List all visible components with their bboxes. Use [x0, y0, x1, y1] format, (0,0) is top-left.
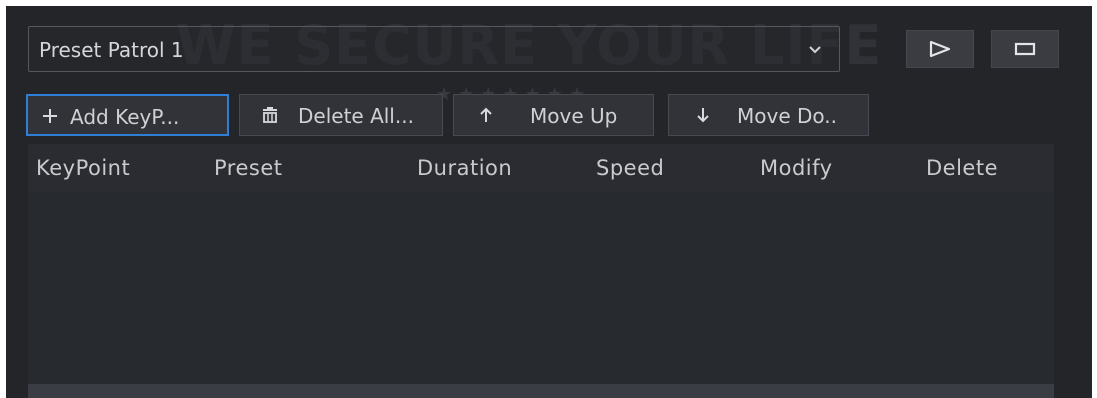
keypoint-table: KeyPoint Preset Duration Speed Modify De… [28, 144, 1054, 384]
move-up-button[interactable]: Move Up [453, 94, 654, 136]
arrow-down-icon [693, 105, 713, 125]
add-keypoint-button[interactable]: Add KeyP... [26, 94, 229, 136]
column-header-duration: Duration [417, 156, 513, 180]
patrol-select[interactable]: Preset Patrol 1 [28, 26, 840, 72]
chevron-down-icon[interactable] [805, 39, 825, 59]
column-header-speed: Speed [596, 156, 665, 180]
trash-icon [260, 105, 280, 125]
table-body [28, 192, 1054, 384]
move-up-label: Move Up [530, 104, 618, 128]
preset-patrol-panel: WE SECURE YOUR LIFE ★★★★★★★ Preset Patro… [6, 6, 1092, 398]
move-down-button[interactable]: Move Do.. [668, 94, 869, 136]
play-button[interactable] [906, 30, 974, 68]
column-header-delete: Delete [926, 156, 998, 180]
column-header-preset: Preset [214, 156, 283, 180]
horizontal-scrollbar[interactable] [28, 384, 1054, 398]
column-header-keypoint: KeyPoint [36, 156, 131, 180]
move-down-label: Move Do.. [737, 104, 837, 128]
arrow-up-icon [476, 105, 496, 125]
delete-all-button[interactable]: Delete All... [239, 94, 443, 136]
stop-button[interactable] [991, 30, 1059, 68]
column-header-modify: Modify [760, 156, 833, 180]
add-keypoint-label: Add KeyP... [70, 105, 180, 129]
patrol-select-value: Preset Patrol 1 [39, 38, 184, 62]
delete-all-label: Delete All... [298, 104, 414, 128]
plus-icon [40, 106, 60, 126]
table-header: KeyPoint Preset Duration Speed Modify De… [28, 144, 1054, 192]
